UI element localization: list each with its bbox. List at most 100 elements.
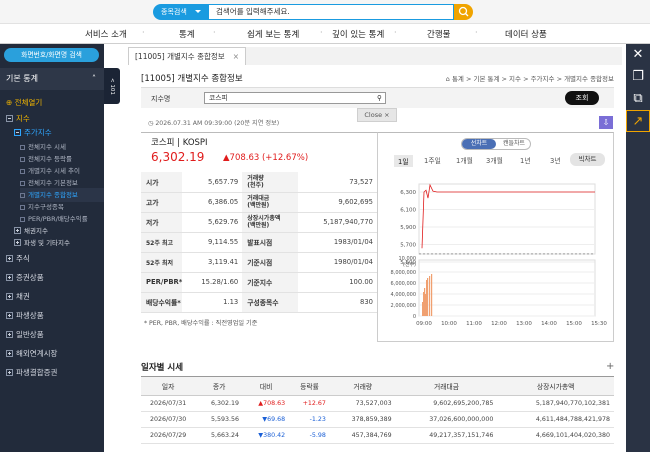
leaf-icon — [20, 205, 25, 210]
table-cell: 378,859,389 — [329, 411, 396, 428]
tab-close-icon[interactable]: × — [233, 52, 239, 61]
table-cell: 5,593.56 — [195, 411, 244, 428]
footnote: * PER, PBR, 배당수익률 : 직전영업일 기준 — [144, 320, 258, 327]
daily-section-title: 일자별 시세 — [141, 363, 184, 373]
page-title: [11005] 개별지수 종합정보 — [141, 74, 243, 84]
menu-item[interactable]: 서비스 소개 — [85, 28, 127, 40]
sidebar-item[interactable]: 파생상품 — [6, 309, 44, 323]
volume-tick-label: 6,000,000 — [391, 281, 416, 287]
leaf-icon — [20, 193, 25, 198]
table-cell: 9,602,695,200,785 — [395, 395, 498, 412]
column-header: 상장시가총액 — [497, 376, 614, 396]
stat-key: 발표시점 — [242, 232, 299, 253]
stat-key: 상장시가총액 (백만원) — [242, 212, 299, 233]
stat-key: 거래량 (천주) — [242, 172, 299, 193]
volume-tick-label: 4,000,000 — [391, 292, 416, 298]
menu-item[interactable]: 통계 — [179, 28, 195, 40]
sidebar-item[interactable]: 주식 — [6, 252, 30, 266]
period-1y[interactable]: 1년 — [520, 155, 531, 165]
table-row: 2026/07/29 5,663.24 ▼380.42 -5.98 457,384,76… — [141, 427, 614, 444]
toggle-line[interactable]: 선차트 — [462, 139, 496, 149]
big-chart-button[interactable]: 빅차트 — [570, 153, 605, 166]
volume-tick-label: 0 — [413, 314, 416, 320]
table-cell: -1.23 — [289, 411, 330, 428]
leaf-icon — [20, 217, 25, 222]
sidebar-item-label: 파생결합증권 — [16, 368, 58, 377]
time-tick-label: 12:00 — [491, 321, 507, 327]
sidebar-item-label: PER/PBR/배당수익률 — [28, 215, 88, 223]
table-cell: 37,026,600,000,000 — [395, 411, 498, 428]
tab-active[interactable]: [11005] 개별지수 종합정보 × — [128, 47, 246, 65]
table-cell: 73,527,003 — [329, 395, 396, 412]
search-input[interactable]: 검색어를 입력해주세요. — [208, 4, 454, 20]
stat-key: 52주 최저 — [141, 252, 183, 273]
collapse-icon — [14, 129, 21, 136]
search-type-select[interactable]: 종목검색 — [153, 4, 208, 20]
period-3m[interactable]: 3개월 — [486, 155, 503, 165]
sidebar-item[interactable]: 일반상품 — [6, 328, 44, 342]
sidebar-collapse-tab[interactable]: < 101 — [104, 68, 120, 104]
close-button[interactable]: Close × — [357, 108, 397, 122]
column-header: 대비 — [243, 376, 290, 396]
sidebar-item[interactable]: 해외연계시장 — [6, 347, 57, 361]
toggle-candle[interactable]: 캔들차트 — [497, 139, 531, 149]
period-1m[interactable]: 1개월 — [456, 155, 473, 165]
sidebar-item-label: 개별지수 종합정보 — [28, 191, 78, 199]
volume-bar — [431, 274, 433, 316]
index-input[interactable]: 코스피 ⚲ — [204, 92, 386, 104]
period-1d[interactable]: 1일 — [394, 155, 413, 167]
menu-item[interactable]: 쉽게 보는 통계 — [247, 28, 299, 40]
index-value: 코스피 — [209, 94, 228, 102]
expand-icon — [6, 369, 13, 376]
search-icon[interactable]: ⚲ — [377, 93, 382, 103]
download-icon[interactable]: ⇩ — [599, 116, 613, 129]
time-tick-label: 13:00 — [516, 321, 532, 327]
sidebar-header[interactable]: 기본 통계 ˄ — [0, 68, 104, 90]
period-1w[interactable]: 1주일 — [424, 155, 441, 165]
tab-label: [11005] 개별지수 종합정보 — [135, 52, 225, 61]
new-window-icon[interactable]: ⧉ — [626, 88, 650, 110]
stat-value: 1980/01/04 — [298, 252, 377, 273]
query-button[interactable]: 조회 — [565, 91, 599, 105]
table-cell: 457,384,769 — [329, 427, 396, 444]
table-cell: 2026/07/31 — [141, 395, 196, 412]
column-header: 일자 — [141, 376, 196, 396]
close-icon[interactable]: ✕ — [626, 44, 650, 66]
table-cell: 5,663.24 — [195, 427, 244, 444]
sidebar-item[interactable]: 주가지수 — [14, 126, 52, 140]
table-row: 2026/07/31 6,302.19 ▲708.63 +12.67 73,527,00… — [141, 395, 614, 412]
sidebar-item[interactable]: 지수 — [6, 112, 30, 126]
breadcrumb: ⌂ 통계 > 기본 통계 > 지수 > 주가지수 > 개별지수 종합정보 — [446, 73, 614, 83]
stat-key: 거래대금 (백만원) — [242, 192, 299, 213]
sidebar: 화면번호/화면명 검색 기본 통계 ˄ ⊕ 전체열기 지수 주가지수 전체지수 시세 전… — [0, 44, 104, 452]
stat-value: 5,657.79 — [182, 172, 243, 193]
sidebar-item[interactable]: 파생 및 기타지수 — [14, 236, 70, 250]
open-all-label: 전체열기 — [14, 98, 43, 107]
leaf-icon — [20, 145, 25, 150]
menu-item[interactable]: 간행물 — [427, 28, 450, 40]
price-tick-label: 5,700 — [400, 243, 416, 249]
screen-search-button[interactable]: 화면번호/화면명 검색 — [4, 48, 99, 62]
open-all-toggle[interactable]: ⊕ 전체열기 — [6, 96, 42, 110]
chart-type-toggle[interactable]: 선차트 캔들차트 — [461, 138, 531, 150]
period-3y[interactable]: 3년 — [550, 155, 561, 165]
stat-key: PER/PBR* — [141, 272, 183, 293]
plus-icon[interactable]: + — [606, 361, 614, 372]
table-row: 2026/07/30 5,593.56 ▼69.68 -1.23 378,859,389… — [141, 411, 614, 428]
sidebar-item-label: 채권 — [16, 292, 30, 301]
sidebar-item[interactable]: 채권 — [6, 290, 30, 304]
expand-icon[interactable]: ↗ — [626, 110, 650, 132]
sidebar-item[interactable]: 파생결합증권 — [6, 366, 57, 380]
sidebar-item-label: 전체지수 등락률 — [28, 155, 72, 163]
menu-item[interactable]: 데이터 상품 — [505, 28, 547, 40]
stats-table: 시가 5,657.79 거래량 (천주) 73,527 고가 6,386.05 거래대금 (백… — [141, 172, 377, 313]
price-chart: 6,3006,1005,9005,7005,50010,000(천주)8,000… — [391, 183, 607, 327]
stat-value: 100.00 — [298, 272, 377, 293]
table-cell: ▲708.63 — [243, 395, 290, 412]
search-button[interactable] — [454, 4, 473, 20]
leaf-icon — [20, 157, 25, 162]
sidebar-item[interactable]: 증권상품 — [6, 271, 44, 285]
sidebar-item-label: 주식 — [16, 254, 30, 263]
copy-icon[interactable]: ❐ — [626, 66, 650, 88]
menu-item[interactable]: 깊이 있는 통계 — [332, 28, 384, 40]
